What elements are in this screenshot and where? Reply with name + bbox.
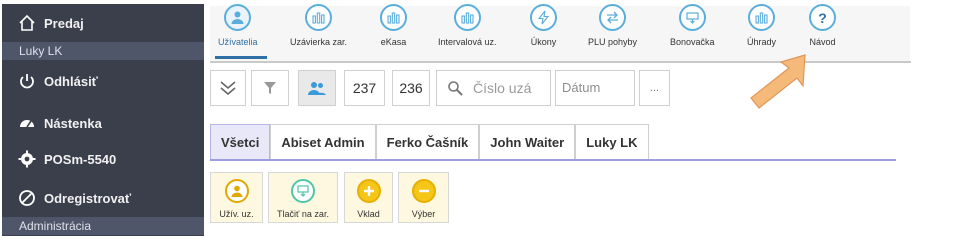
ribbon-label: Užívatelia [218, 37, 258, 47]
sidebar-item-label: Predaj [44, 15, 84, 31]
active-tab-indicator [215, 56, 267, 59]
chart-icon [453, 4, 481, 31]
search-icon [448, 81, 463, 96]
sidebar-item-label: Odhlásiť [44, 73, 98, 89]
ribbon-label: Úhrady [747, 37, 777, 47]
tab-abiset-admin[interactable]: Abiset Admin [270, 124, 376, 160]
user-tabs: Všetci Abiset Admin Ferko Čašník John Wa… [210, 124, 649, 160]
power-icon [18, 72, 36, 90]
count-button-b[interactable]: 236 [392, 70, 430, 106]
chart-icon [380, 4, 407, 31]
action-label: Tlačiť na zar. [277, 209, 329, 219]
filter-button[interactable] [251, 70, 289, 106]
ribbon-actions-button[interactable]: Úkony [530, 4, 557, 47]
tab-ferko-casnik[interactable]: Ferko Čašník [375, 124, 480, 160]
search-input[interactable]: Číslo uzá [436, 70, 551, 106]
tab-john-waiter[interactable]: John Waiter [479, 124, 576, 160]
user-icon [224, 179, 249, 203]
more-button[interactable]: ... [639, 70, 670, 106]
ribbon-label: Úkony [530, 37, 557, 47]
ban-icon [18, 189, 36, 207]
transfer-icon [599, 4, 627, 31]
chart-icon [305, 4, 333, 31]
question-icon: ? [809, 4, 836, 31]
plus-icon [356, 179, 381, 203]
sidebar-section-admin: Administrácia [2, 217, 204, 235]
home-icon [18, 14, 36, 32]
minus-icon [411, 179, 436, 203]
users-icon [224, 4, 252, 31]
users-filter-button[interactable] [298, 70, 336, 106]
ribbon-ekasa-button[interactable]: eKasa [380, 4, 407, 47]
printer-icon [678, 4, 706, 31]
ribbon-label: Bonovačka [670, 37, 715, 47]
ribbon-closing-button[interactable]: Uzávierka zar. [290, 4, 347, 47]
ribbon-interval-button[interactable]: Intervalová uz. [438, 4, 497, 47]
sidebar-item-dashboard[interactable]: Nástenka [2, 108, 204, 138]
sidebar-item-label: POSm-5540 [44, 151, 117, 167]
chevrons-down-icon [220, 81, 236, 96]
gauge-icon [18, 114, 36, 132]
users-icon [308, 82, 326, 95]
withdraw-button[interactable]: Výber [398, 172, 449, 223]
collapse-button[interactable] [210, 70, 246, 106]
ribbon-users-button[interactable]: Užívatelia [218, 4, 258, 47]
action-label: Výber [411, 209, 436, 219]
action-label: Vklad [357, 209, 380, 219]
chart-icon [748, 4, 775, 31]
sidebar-item-unregister[interactable]: Odregistrovať [2, 183, 204, 213]
ribbon-label: Uzávierka zar. [290, 37, 348, 47]
sidebar: Predaj Luky LK Odhlásiť Nástenka POSm-55… [2, 4, 204, 236]
ribbon-payments-button[interactable]: Úhrady [747, 4, 776, 47]
app-root: Predaj Luky LK Odhlásiť Nástenka POSm-55… [0, 0, 977, 236]
sidebar-item-logout[interactable]: Odhlásiť [2, 66, 204, 96]
user-closing-button[interactable]: Užív. uz. [210, 172, 263, 223]
ribbon-label: PLU pohyby [588, 37, 638, 47]
count-button-a[interactable]: 237 [344, 70, 385, 106]
ribbon-label: Intervalová uz. [438, 37, 497, 47]
print-device-button[interactable]: Tlačiť na zar. [268, 172, 338, 223]
action-label: Užív. uz. [219, 209, 254, 219]
print-icon [291, 179, 315, 203]
gear-icon [18, 150, 36, 168]
ribbon-label: Návod [809, 37, 836, 47]
ribbon-bonovacka-button[interactable]: Bonovačka [670, 4, 715, 47]
sidebar-item-pos[interactable]: POSm-5540 [2, 144, 204, 174]
lightning-icon [530, 4, 557, 31]
tab-all[interactable]: Všetci [210, 124, 271, 160]
ribbon-plu-button[interactable]: PLU pohyby [588, 4, 637, 47]
tab-luky-lk[interactable]: Luky LK [575, 124, 649, 160]
deposit-button[interactable]: Vklad [344, 172, 393, 223]
sidebar-user-name: Luky LK [2, 42, 204, 60]
date-field[interactable]: Dátum [555, 70, 635, 106]
sidebar-item-predaj[interactable]: Predaj [2, 8, 204, 38]
pointer-arrow-icon [750, 54, 806, 109]
sidebar-item-label: Nástenka [44, 115, 102, 131]
tabs-underline [210, 159, 896, 161]
ribbon-label: eKasa [380, 37, 407, 47]
filter-icon [264, 82, 276, 94]
search-placeholder: Číslo uzá [473, 80, 532, 96]
ribbon-help-button[interactable]: ? Návod [809, 4, 836, 47]
sidebar-item-label: Odregistrovať [44, 190, 132, 206]
